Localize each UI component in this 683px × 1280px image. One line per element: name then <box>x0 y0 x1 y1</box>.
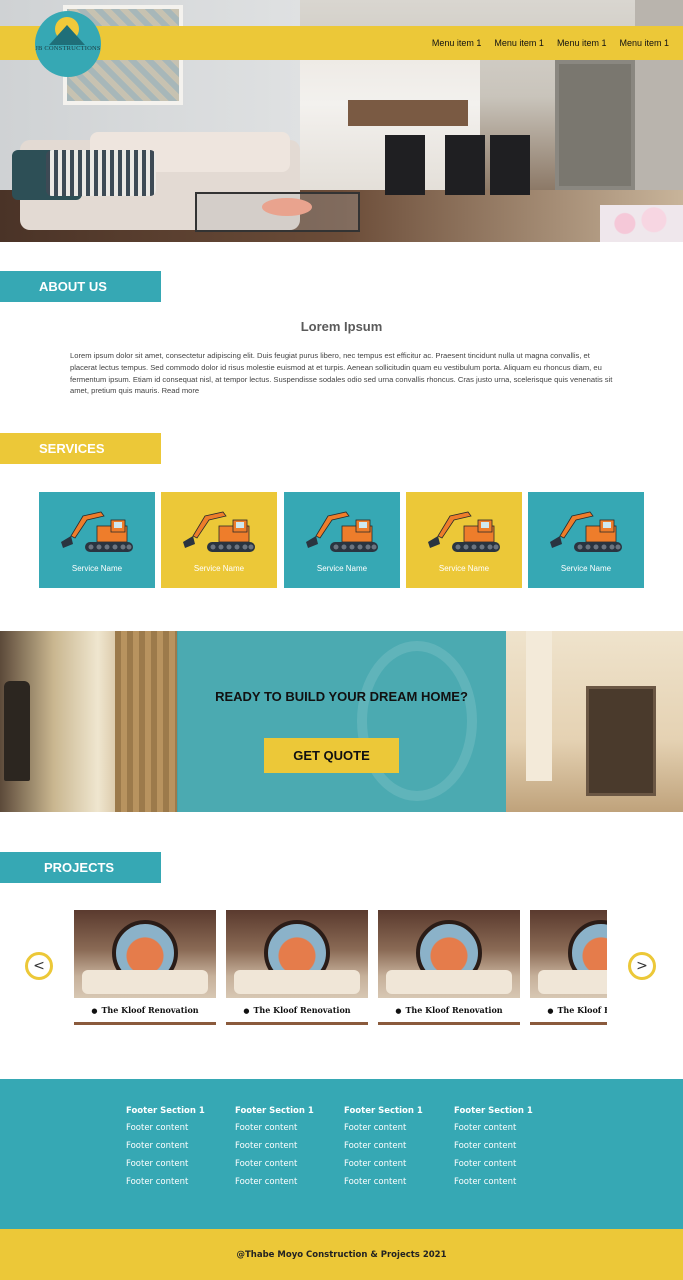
project-card[interactable]: ●The Kloof Renovation <box>226 910 368 1026</box>
footer-heading: Footer Section 1 <box>344 1106 423 1116</box>
menu-item-2[interactable]: Menu item 1 <box>494 38 544 48</box>
top-navbar: Menu item 1 Menu item 1 Menu item 1 Menu… <box>0 26 683 60</box>
carousel-prev-button[interactable]: < <box>25 952 53 980</box>
footer-link[interactable]: Footer content <box>344 1177 444 1195</box>
footer-link[interactable]: Footer content <box>235 1159 335 1177</box>
chevron-left-icon: < <box>33 958 45 974</box>
footer-link[interactable]: Footer content <box>126 1159 226 1177</box>
project-card[interactable]: ●The Kloof Renovation <box>378 910 520 1026</box>
carousel-next-button[interactable]: > <box>628 952 656 980</box>
bullet-icon: ● <box>91 1005 98 1015</box>
service-name: Service Name <box>560 564 612 573</box>
get-quote-button[interactable]: GET QUOTE <box>264 738 399 773</box>
about-title: Lorem Ipsum <box>300 319 383 334</box>
service-card[interactable]: Service Name <box>161 492 277 588</box>
service-card[interactable]: Service Name <box>39 492 155 588</box>
project-title: The Kloof Renovation <box>101 1005 199 1015</box>
project-divider <box>378 1022 520 1025</box>
footer-heading: Footer Section 1 <box>235 1106 314 1116</box>
project-card[interactable]: ●The Kloof Renovation <box>74 910 216 1026</box>
project-title: The Kloof Renovation <box>405 1005 503 1015</box>
footer <box>0 1079 683 1229</box>
project-divider <box>74 1022 216 1025</box>
footer-link[interactable]: Footer content <box>235 1141 335 1159</box>
bullet-icon: ● <box>395 1005 402 1015</box>
project-caption: ●The Kloof Renovation <box>530 998 607 1022</box>
about-text: Lorem ipsum dolor sit amet, consectetur … <box>70 351 613 396</box>
service-name: Service Name <box>316 564 368 573</box>
service-card[interactable]: Service Name <box>406 492 522 588</box>
footer-heading: Footer Section 1 <box>126 1106 205 1116</box>
company-logo[interactable]: JB CONSTRUCTIONS <box>35 11 101 77</box>
service-card[interactable]: Service Name <box>284 492 400 588</box>
copyright-bar: @Thabe Moyo Construction & Projects 2021 <box>0 1229 683 1280</box>
footer-link[interactable]: Footer content <box>235 1177 335 1195</box>
cta-banner: READY TO BUILD YOUR DREAM HOME? <box>0 631 683 812</box>
bullet-icon: ● <box>243 1005 250 1015</box>
project-divider <box>530 1022 607 1025</box>
project-photo <box>530 910 607 998</box>
service-name: Service Name <box>71 564 123 573</box>
footer-column: Footer Section 1 Footer content Footer con… <box>344 1106 444 1195</box>
excavator-icon <box>546 506 626 556</box>
excavator-icon <box>179 506 259 556</box>
excavator-icon <box>302 506 382 556</box>
service-name: Service Name <box>438 564 490 573</box>
menu-item-1[interactable]: Menu item 1 <box>432 38 482 48</box>
footer-link[interactable]: Footer content <box>454 1177 554 1195</box>
copyright-text: @Thabe Moyo Construction & Projects 2021 <box>236 1249 447 1260</box>
project-caption: ●The Kloof Renovation <box>226 998 368 1022</box>
project-card[interactable]: ●The Kloof Renovation <box>530 910 607 1026</box>
project-title: The Kloof Renovation <box>557 1005 607 1015</box>
projects-carousel: ● The Kloof Renovation ● The Kloof Renovati… <box>74 910 607 1026</box>
footer-link[interactable]: Footer content <box>344 1123 444 1141</box>
project-title: The Kloof Renovation <box>253 1005 351 1015</box>
projects-heading: PROJECTS <box>0 852 161 883</box>
excavator-icon <box>424 506 504 556</box>
main-menu: Menu item 1 Menu item 1 Menu item 1 Menu… <box>432 26 669 60</box>
footer-link[interactable]: Footer content <box>344 1141 444 1159</box>
service-card[interactable]: Service Name <box>528 492 644 588</box>
footer-link[interactable]: Footer content <box>126 1141 226 1159</box>
footer-link[interactable]: Footer content <box>454 1123 554 1141</box>
project-photo <box>74 910 216 998</box>
footer-link[interactable]: Footer content <box>235 1123 335 1141</box>
footer-column: Footer Section 1 Footer content Footer con… <box>454 1106 554 1195</box>
footer-link[interactable]: Footer content <box>126 1123 226 1141</box>
menu-item-4[interactable]: Menu item 1 <box>619 38 669 48</box>
cta-title: READY TO BUILD YOUR DREAM HOME? <box>215 689 468 704</box>
project-caption: ●The Kloof Renovation <box>378 998 520 1022</box>
service-name: Service Name <box>193 564 245 573</box>
footer-column: Footer Section 1 Footer content Footer con… <box>126 1106 226 1195</box>
excavator-icon <box>57 506 137 556</box>
footer-heading: Footer Section 1 <box>454 1106 533 1116</box>
project-photo <box>378 910 520 998</box>
logo-text: JB CONSTRUCTIONS <box>35 45 101 52</box>
project-caption: ●The Kloof Renovation <box>74 998 216 1022</box>
project-photo <box>226 910 368 998</box>
bullet-icon: ● <box>547 1005 554 1015</box>
chevron-right-icon: > <box>636 958 648 974</box>
footer-column: Footer Section 1 Footer content Footer con… <box>235 1106 335 1195</box>
services-heading: SERVICES <box>0 433 161 464</box>
footer-link[interactable]: Footer content <box>126 1177 226 1195</box>
footer-link[interactable]: Footer content <box>454 1159 554 1177</box>
footer-link[interactable]: Footer content <box>344 1159 444 1177</box>
footer-link[interactable]: Footer content <box>454 1141 554 1159</box>
menu-item-3[interactable]: Menu item 1 <box>557 38 607 48</box>
project-divider <box>226 1022 368 1025</box>
about-us-heading: ABOUT US <box>0 271 161 302</box>
